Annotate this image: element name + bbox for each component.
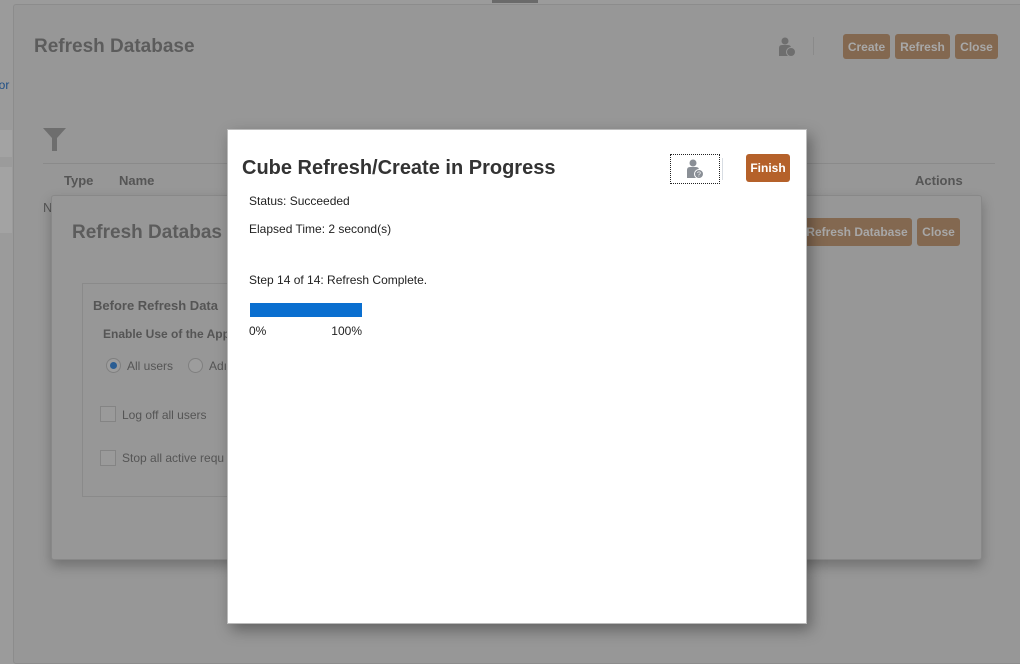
- divider: [813, 37, 814, 55]
- progress-max-label: 100%: [331, 324, 362, 338]
- dialog-close-button[interactable]: Close: [917, 218, 960, 246]
- group-title: Before Refresh Data: [93, 298, 218, 313]
- radio-all-users-label: All users: [127, 359, 174, 373]
- progress-bar: [250, 303, 362, 317]
- help-user-icon[interactable]: [778, 37, 796, 57]
- radio-administrators-label: Adı: [209, 359, 228, 373]
- close-button[interactable]: Close: [955, 34, 998, 59]
- create-button[interactable]: Create: [843, 34, 890, 59]
- stop-requests-checkbox[interactable]: [100, 450, 116, 466]
- left-link[interactable]: oor: [0, 78, 9, 92]
- sidebar-item[interactable]: [0, 130, 12, 157]
- modal-title: Cube Refresh/Create in Progress: [242, 157, 556, 179]
- refresh-database-button[interactable]: Refresh Database: [802, 218, 912, 246]
- log-off-checkbox[interactable]: [100, 406, 116, 422]
- finish-button[interactable]: Finish: [746, 154, 790, 182]
- log-off-label: Log off all users: [122, 408, 207, 422]
- page-title: Refresh Database: [34, 36, 195, 57]
- column-header-name[interactable]: Name: [119, 173, 154, 188]
- stop-requests-label: Stop all active requ: [122, 451, 225, 465]
- elapsed-time-text: Elapsed Time: 2 second(s): [249, 222, 392, 236]
- top-handle: [492, 0, 538, 3]
- dialog-title: Refresh Databas: [72, 222, 222, 243]
- column-header-actions: Actions: [915, 173, 963, 188]
- help-button[interactable]: ?: [670, 154, 720, 184]
- refresh-button[interactable]: Refresh: [895, 34, 950, 59]
- radio-all-users[interactable]: [106, 358, 121, 373]
- radio-administrators[interactable]: [188, 358, 203, 373]
- svg-text:?: ?: [697, 172, 701, 179]
- column-header-type[interactable]: Type: [64, 173, 93, 188]
- help-user-icon: ?: [687, 159, 704, 179]
- sidebar-item[interactable]: [0, 167, 12, 233]
- status-text: Status: Succeeded: [249, 194, 350, 208]
- enable-use-label: Enable Use of the App: [103, 327, 230, 341]
- divider: [722, 158, 723, 180]
- filter-icon[interactable]: [43, 128, 67, 152]
- step-text: Step 14 of 14: Refresh Complete.: [249, 273, 428, 287]
- progress-fill: [250, 303, 362, 317]
